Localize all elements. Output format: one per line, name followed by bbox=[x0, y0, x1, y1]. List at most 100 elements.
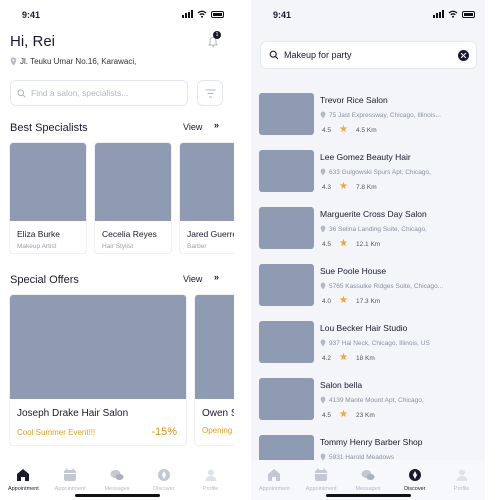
home-indicator[interactable] bbox=[326, 494, 411, 497]
home-icon bbox=[17, 469, 30, 481]
specialist-card[interactable]: Jared Guerrero Barber bbox=[179, 142, 234, 254]
specialist-role: Barber bbox=[187, 243, 207, 250]
offer-details: Cool Summer Event!!! -15% bbox=[17, 426, 177, 438]
salon-name: Trevor Rice Salon bbox=[320, 95, 388, 105]
signal-icon bbox=[433, 10, 444, 18]
tab-label: Profile bbox=[202, 486, 219, 492]
wifi-icon bbox=[197, 10, 207, 18]
status-time: 9:41 bbox=[273, 10, 292, 20]
offers-view-arrow-icon[interactable]: » bbox=[214, 272, 219, 282]
specialist-photo bbox=[180, 143, 234, 221]
location-pin-icon bbox=[320, 396, 326, 404]
salon-result-item[interactable]: Lee Gomez Beauty Hair 633 Gulgowski Spur… bbox=[259, 150, 479, 207]
specialist-name: Jared Guerrero bbox=[187, 229, 234, 239]
clear-search-icon[interactable] bbox=[458, 50, 469, 61]
salon-distance: 18 Km bbox=[356, 354, 375, 362]
specialist-card[interactable]: Eliza Burke Makeup Artist bbox=[9, 142, 87, 254]
salon-photo bbox=[259, 207, 314, 249]
specialists-view-arrow-icon[interactable]: » bbox=[214, 120, 219, 130]
salon-result-item[interactable]: Sue Poole House 5765 Kassulke Ridges Sui… bbox=[259, 264, 479, 321]
offer-image bbox=[195, 295, 234, 399]
offer-event: Cool Summer Event!!! bbox=[17, 427, 96, 437]
tab-label: Messages bbox=[355, 486, 381, 492]
salon-distance: 23 Km bbox=[356, 411, 375, 419]
specialist-photo bbox=[10, 143, 86, 221]
specialist-role: Hair Stylist bbox=[102, 243, 134, 250]
tab-home[interactable]: Appointment bbox=[0, 460, 47, 500]
search-input[interactable]: Find a salon, specialists... bbox=[10, 80, 188, 106]
offer-card[interactable]: Joseph Drake Hair Salon Cool Summer Even… bbox=[9, 294, 187, 446]
location-address[interactable]: Jl. Teuku Umar No.16, Karawaci, bbox=[10, 57, 136, 66]
star-icon: ★ bbox=[339, 409, 349, 420]
salon-name: Salon bella bbox=[320, 380, 363, 390]
location-pin-icon bbox=[320, 168, 326, 176]
salon-address-text: 5765 Kassulke Ridges Suite, Chicago... bbox=[329, 282, 444, 290]
salon-rating: 4.0 bbox=[322, 297, 332, 305]
location-pin-icon bbox=[320, 339, 326, 347]
battery-icon bbox=[462, 10, 475, 18]
home-screen: 9:41 Hi, Rei 1 Jl. Teuku Umar No.16, Kar… bbox=[0, 0, 234, 500]
salon-address-text: 633 Gulgowski Spurs Apt, Chicago, bbox=[329, 168, 431, 176]
salon-result-item[interactable]: Lou Becker Hair Studio 937 Hal Neck, Chi… bbox=[259, 321, 479, 378]
specialists-view-link[interactable]: View bbox=[183, 122, 202, 132]
salon-distance: 7.8 Km bbox=[356, 183, 377, 191]
calendar-icon bbox=[315, 468, 328, 481]
specialist-card[interactable]: Cecelia Reyes Hair Stylist bbox=[94, 142, 172, 254]
status-icons bbox=[433, 10, 475, 18]
salon-address-text: 4139 Mante Mount Apt, Chicago, bbox=[329, 396, 424, 404]
salon-address: 36 Selina Landing Suite, Chicago, bbox=[320, 225, 427, 233]
chat-bubbles-icon bbox=[110, 470, 124, 480]
salon-rating: 4.5 bbox=[322, 240, 332, 248]
salon-name: Lee Gomez Beauty Hair bbox=[320, 152, 411, 162]
salon-meta: 4.0 ★ 17.3 Km bbox=[322, 295, 380, 306]
star-icon: ★ bbox=[339, 238, 349, 249]
status-icons bbox=[182, 10, 224, 18]
offer-card[interactable]: Owen Salon Opening Sale bbox=[194, 294, 234, 446]
offer-salon-name: Joseph Drake Hair Salon bbox=[17, 408, 129, 419]
specialist-role: Makeup Artist bbox=[17, 243, 57, 250]
star-icon: ★ bbox=[339, 124, 349, 135]
search-input[interactable]: Makeup for party bbox=[260, 41, 477, 69]
tab-profile[interactable]: Profile bbox=[438, 460, 485, 500]
location-pin-icon bbox=[320, 111, 326, 119]
salon-result-item[interactable]: Trevor Rice Salon 75 Jast Expressway, Ch… bbox=[259, 93, 479, 150]
salon-rating: 4.3 bbox=[322, 183, 332, 191]
star-icon: ★ bbox=[339, 181, 349, 192]
salon-result-item[interactable]: Salon bella 4139 Mante Mount Apt, Chicag… bbox=[259, 378, 479, 435]
compass-icon bbox=[157, 469, 170, 481]
salon-photo bbox=[259, 93, 314, 135]
offers-view-link[interactable]: View bbox=[183, 274, 202, 284]
salon-meta: 4.5 ★ 4.5 Km bbox=[322, 124, 377, 135]
filter-button[interactable] bbox=[197, 80, 223, 106]
battery-icon bbox=[211, 10, 224, 18]
star-icon: ★ bbox=[339, 295, 349, 306]
salon-name: Lou Becker Hair Studio bbox=[320, 323, 408, 333]
specialists-list: Eliza Burke Makeup Artist Cecelia Reyes … bbox=[9, 142, 234, 254]
salon-address: 4139 Mante Mount Apt, Chicago, bbox=[320, 396, 424, 404]
tab-label: Appointment bbox=[305, 486, 337, 492]
profile-icon bbox=[205, 469, 217, 481]
address-text: Jl. Teuku Umar No.16, Karawaci, bbox=[20, 57, 137, 66]
signal-icon bbox=[182, 10, 193, 18]
tab-label: Profile bbox=[453, 486, 470, 492]
salon-address: 937 Hal Neck, Chicago, Illinois, US bbox=[320, 339, 430, 347]
search-icon bbox=[269, 50, 279, 60]
salon-result-item[interactable]: Marguerite Cross Day Salon 36 Selina Lan… bbox=[259, 207, 479, 264]
home-icon bbox=[268, 469, 281, 481]
salon-address-text: 75 Jast Expressway, Chicago, Illinois... bbox=[329, 111, 441, 119]
search-icon bbox=[17, 89, 26, 98]
tab-label: Messages bbox=[104, 486, 130, 492]
tab-profile[interactable]: Profile bbox=[187, 460, 234, 500]
offers-list: Joseph Drake Hair Salon Cool Summer Even… bbox=[9, 294, 234, 446]
tab-home[interactable]: Appointment bbox=[251, 460, 298, 500]
offer-image bbox=[10, 295, 186, 399]
star-icon: ★ bbox=[339, 352, 349, 363]
greeting-title: Hi, Rei bbox=[10, 33, 56, 50]
offer-discount: -15% bbox=[151, 426, 177, 438]
profile-icon bbox=[456, 469, 468, 481]
salon-name: Tommy Henry Barber Shop bbox=[320, 437, 423, 447]
discover-screen: 9:41 Makeup for party Trevor Rice Salon … bbox=[251, 0, 485, 500]
home-indicator[interactable] bbox=[75, 494, 160, 497]
location-pin-icon bbox=[320, 282, 326, 290]
salon-address: 75 Jast Expressway, Chicago, Illinois... bbox=[320, 111, 441, 119]
